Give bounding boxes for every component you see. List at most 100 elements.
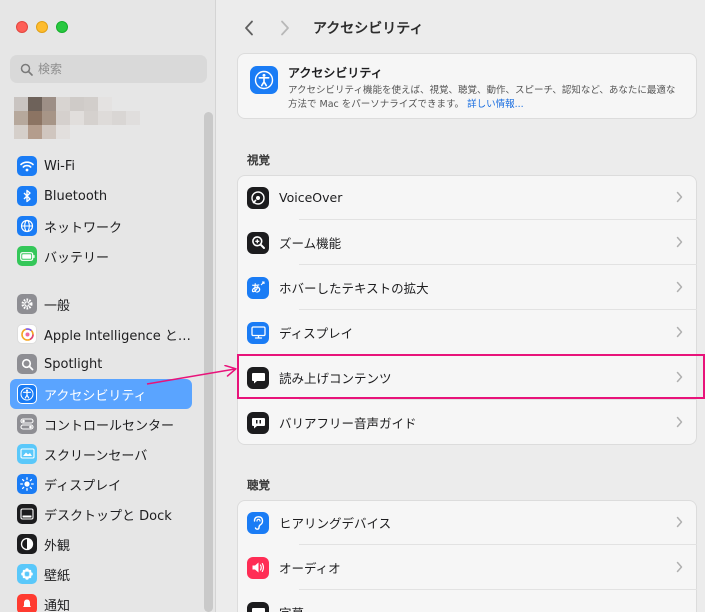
appearance-icon <box>17 534 37 554</box>
battery-icon <box>17 246 37 266</box>
close-button[interactable] <box>16 21 28 33</box>
sidebar-item-general[interactable]: 一般 <box>10 289 192 319</box>
sidebar-item-label: バッテリー <box>44 250 110 266</box>
row-hover-text[interactable]: あ ホバーしたテキストの拡大 <box>237 265 697 310</box>
chevron-left-icon <box>245 20 253 36</box>
sidebar-item-wifi[interactable]: Wi-Fi <box>10 151 192 181</box>
sidebar-item-apple-intelligence[interactable]: Apple Intelligence と… <box>10 319 192 349</box>
chevron-right-icon <box>676 191 683 203</box>
chevron-right-icon <box>676 281 683 293</box>
screensaver-icon <box>17 444 37 464</box>
sidebar-item-label: アクセシビリティ <box>44 388 147 404</box>
search-input[interactable] <box>38 62 198 76</box>
sidebar-item-label: Apple Intelligence と… <box>44 328 191 344</box>
globe-icon <box>17 216 37 236</box>
sidebar-item-label: 一般 <box>44 298 71 314</box>
sidebar-item-display[interactable]: ディスプレイ <box>10 469 192 499</box>
sidebar-item-label: コントロールセンター <box>44 418 175 434</box>
sidebar-item-label: 外観 <box>44 538 71 554</box>
chevron-right-icon <box>676 236 683 248</box>
row-voiceover[interactable]: VoiceOver <box>237 175 697 220</box>
chevron-right-icon <box>676 416 683 428</box>
sidebar-item-control-center[interactable]: コントロールセンター <box>10 409 192 439</box>
row-spoken-content[interactable]: 読み上げコンテンツ <box>237 355 697 400</box>
page-title: アクセシビリティ <box>313 21 424 37</box>
sidebar-item-accessibility[interactable]: アクセシビリティ <box>10 379 192 409</box>
dock-icon <box>17 504 37 524</box>
magnifier-icon <box>17 354 37 374</box>
sidebar-item-battery[interactable]: バッテリー <box>10 241 192 271</box>
row-label: ズーム機能 <box>279 236 342 251</box>
voiceover-icon <box>247 186 269 209</box>
sidebar-item-label: デスクトップと Dock <box>44 508 172 524</box>
learn-more-link[interactable]: 詳しい情報... <box>467 99 524 110</box>
main-pane: アクセシビリティ アクセシビリティ アクセシビリティ機能を使えば、視覚、聴覚、動… <box>217 0 705 612</box>
sidebar-item-screensaver[interactable]: スクリーンセーバ <box>10 439 192 469</box>
audio-description-icon <box>247 411 269 434</box>
section-title-vision: 視覚 <box>247 153 270 167</box>
sidebar-item-appearance[interactable]: 外観 <box>10 529 192 559</box>
accessibility-icon <box>17 384 37 404</box>
sidebar-item-label: 壁紙 <box>44 568 71 584</box>
apple-intelligence-icon <box>17 324 37 344</box>
intro-title: アクセシビリティ <box>288 66 383 80</box>
sidebar-list: Wi-Fi Bluetooth ネットワーク バッテリー 一般 Apple In… <box>10 151 192 612</box>
speaker-icon <box>247 556 269 579</box>
back-button[interactable] <box>237 16 261 40</box>
sidebar-item-desktop-dock[interactable]: デスクトップと Dock <box>10 499 192 529</box>
intro-description: アクセシビリティ機能を使えば、視覚、聴覚、動作、スピーチ、認知など、あなたに最適… <box>288 84 684 112</box>
chevron-right-icon <box>281 20 289 36</box>
sidebar-item-notifications[interactable]: 通知 <box>10 589 192 612</box>
row-label: 読み上げコンテンツ <box>279 371 392 386</box>
row-audio[interactable]: オーディオ <box>237 545 697 590</box>
sidebar-item-label: Bluetooth <box>44 188 108 204</box>
row-captions[interactable]: 字幕 <box>237 590 697 612</box>
search-field[interactable] <box>10 55 207 83</box>
wallpaper-icon <box>17 564 37 584</box>
chevron-right-icon <box>676 561 683 573</box>
sidebar-scrollbar[interactable] <box>204 112 213 612</box>
bluetooth-icon <box>17 186 37 206</box>
row-label: 字幕 <box>279 603 304 612</box>
accessibility-icon <box>250 66 278 94</box>
account-avatar[interactable] <box>14 97 140 139</box>
display-icon <box>247 321 269 344</box>
window-controls <box>16 21 68 33</box>
row-label: ホバーしたテキストの拡大 <box>279 281 429 296</box>
hover-text-icon: あ <box>247 276 269 299</box>
search-icon <box>18 61 34 77</box>
sidebar-item-label: スクリーンセーバ <box>44 448 148 464</box>
row-zoom[interactable]: ズーム機能 <box>237 220 697 265</box>
sidebar-item-label: ネットワーク <box>44 220 123 236</box>
sidebar-item-bluetooth[interactable]: Bluetooth <box>10 181 192 211</box>
row-label: ヒアリングデバイス <box>279 516 392 531</box>
chevron-right-icon <box>676 516 683 528</box>
sidebar: Wi-Fi Bluetooth ネットワーク バッテリー 一般 <box>0 0 216 612</box>
section-title-hearing: 聴覚 <box>247 478 270 492</box>
hearing-icon <box>247 511 269 534</box>
row-label: バリアフリー音声ガイド <box>279 416 417 431</box>
sidebar-item-label: Spotlight <box>44 356 103 372</box>
zoom-icon <box>247 231 269 254</box>
sidebar-item-label: 通知 <box>44 598 71 612</box>
sun-icon <box>17 474 37 494</box>
row-label: オーディオ <box>279 561 341 576</box>
toolbar: アクセシビリティ <box>237 14 423 42</box>
row-label: ディスプレイ <box>279 326 354 341</box>
forward-button[interactable] <box>273 16 297 40</box>
notification-icon <box>17 594 37 612</box>
row-display[interactable]: ディスプレイ <box>237 310 697 355</box>
sidebar-item-wallpaper[interactable]: 壁紙 <box>10 559 192 589</box>
sidebar-item-spotlight[interactable]: Spotlight <box>10 349 192 379</box>
control-center-icon <box>17 414 37 434</box>
row-audio-description[interactable]: バリアフリー音声ガイド <box>237 400 697 445</box>
zoom-button[interactable] <box>56 21 68 33</box>
chevron-right-icon <box>676 326 683 338</box>
captions-icon <box>247 601 269 612</box>
chevron-right-icon <box>676 371 683 383</box>
row-hearing-devices[interactable]: ヒアリングデバイス <box>237 500 697 545</box>
sidebar-item-network[interactable]: ネットワーク <box>10 211 192 241</box>
intro-card: アクセシビリティ アクセシビリティ機能を使えば、視覚、聴覚、動作、スピーチ、認知… <box>237 53 697 119</box>
minimize-button[interactable] <box>36 21 48 33</box>
svg-text:あ: あ <box>251 282 261 295</box>
